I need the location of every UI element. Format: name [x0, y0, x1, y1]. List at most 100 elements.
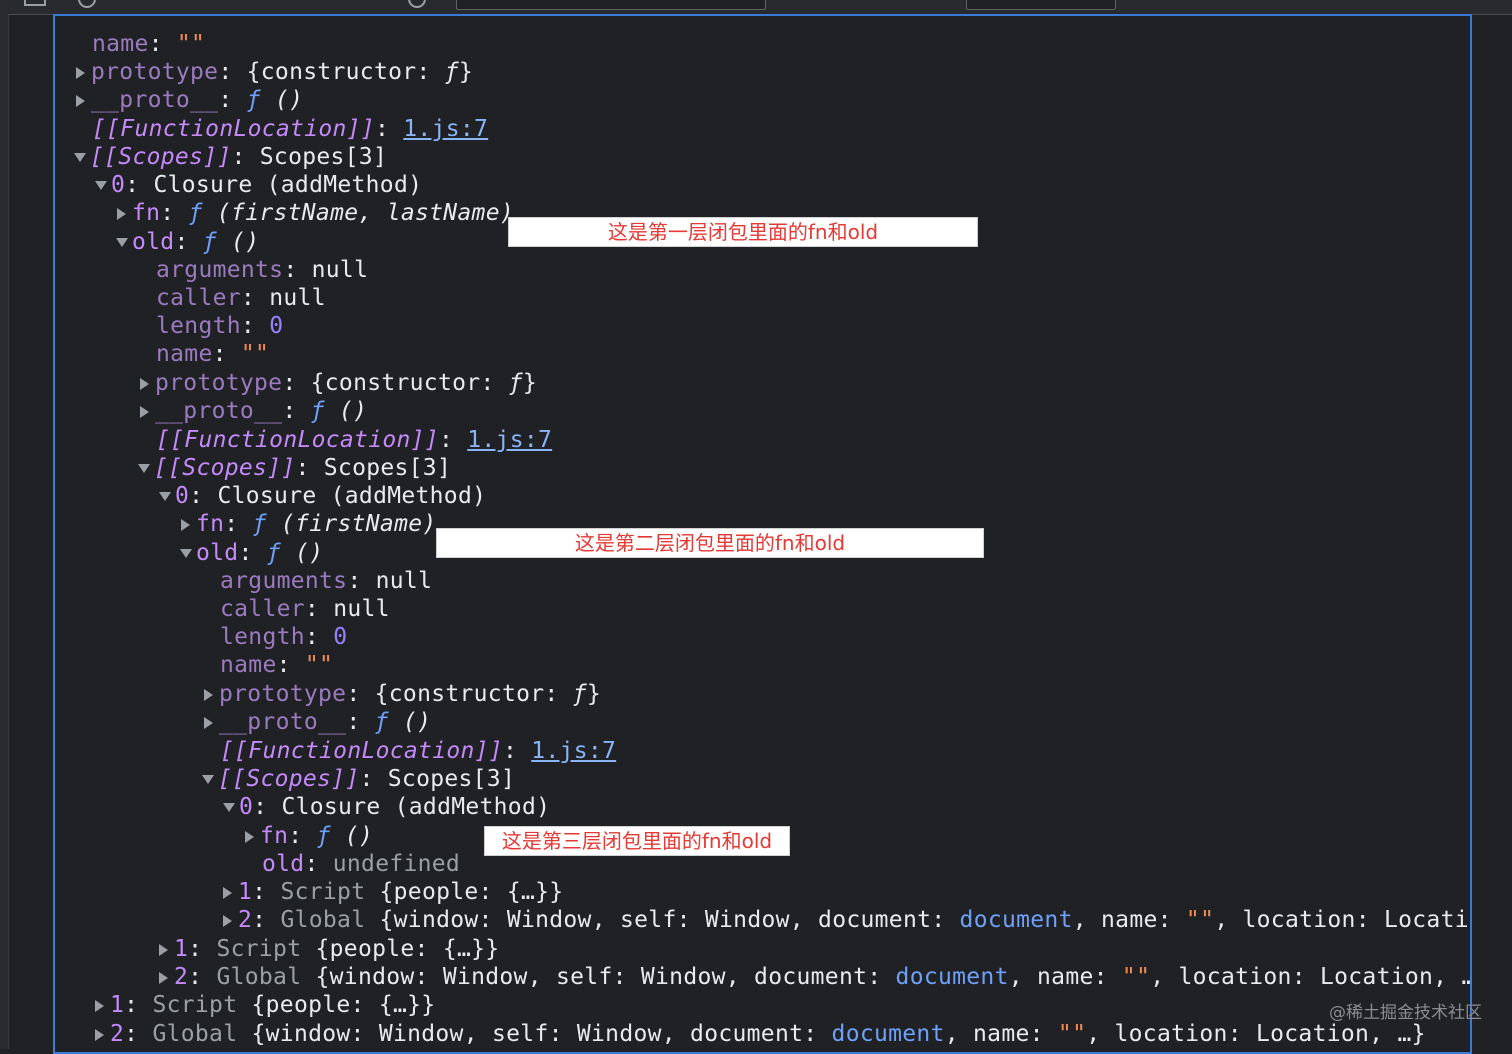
tree-row-closure-2[interactable]: 0: Closure (addMethod) [159, 482, 486, 510]
source-link[interactable]: 1.js:7 [403, 116, 488, 142]
collapse-arrow-icon[interactable] [116, 238, 128, 247]
expand-arrow-icon[interactable] [76, 94, 85, 107]
null-value: null [269, 285, 326, 311]
expand-arrow-icon[interactable] [159, 943, 168, 956]
tree-row-global-scope[interactable]: 2: Global {window: Window, self: Window,… [95, 1020, 1426, 1048]
tree-row-name: name: "" [92, 31, 206, 57]
scope-type: Global [216, 964, 302, 990]
tree-row-script-scope[interactable]: 1: Script {people: {…}} [95, 991, 435, 1019]
scopes-value: Scopes[3] [323, 455, 452, 481]
tree-row-caller: caller: null [220, 596, 390, 622]
collapse-arrow-icon[interactable] [180, 549, 192, 558]
object-preview: , location: Locatio… [1214, 907, 1472, 933]
expand-arrow-icon[interactable] [204, 716, 213, 729]
expand-arrow-icon[interactable] [140, 405, 149, 418]
tree-row-scopes[interactable]: [[Scopes]]: Scopes[3] [138, 454, 451, 482]
property-key: arguments [220, 568, 348, 594]
property-key: name [92, 31, 149, 57]
number-value: 0 [333, 624, 348, 650]
source-link[interactable]: 1.js:7 [531, 738, 616, 764]
function-symbol: ƒ [572, 681, 587, 707]
scopes-value: Scopes[3] [259, 144, 388, 170]
scope-index: 2 [238, 907, 253, 933]
tree-row-fn-3[interactable]: fn: ƒ () [245, 822, 373, 850]
expand-arrow-icon[interactable] [95, 999, 104, 1012]
property-key: __proto__ [91, 87, 219, 113]
scope-index: 2 [110, 1021, 125, 1047]
property-key: caller [156, 285, 241, 311]
property-key: [[FunctionLocation]] [220, 738, 503, 764]
function-params: (firstName, lastName) [216, 200, 514, 226]
expand-arrow-icon[interactable] [223, 914, 232, 927]
tree-row-closure-3[interactable]: 0: Closure (addMethod) [223, 793, 550, 821]
expand-arrow-icon[interactable] [181, 518, 190, 531]
tree-row-old-2[interactable]: old: ƒ () [180, 539, 323, 567]
tree-row-caller: caller: null [156, 285, 326, 311]
collapse-arrow-icon[interactable] [138, 464, 150, 473]
tree-row-proto[interactable]: __proto__: ƒ () [140, 397, 367, 425]
collapse-arrow-icon[interactable] [159, 492, 171, 501]
tree-row-closure-1[interactable]: 0: Closure (addMethod) [95, 171, 422, 199]
document-ref[interactable]: document [832, 1021, 945, 1047]
scope-type: Global [152, 1021, 238, 1047]
source-link[interactable]: 1.js:7 [467, 427, 552, 453]
collapse-arrow-icon[interactable] [74, 153, 86, 162]
property-key: fn [132, 200, 161, 226]
tree-row-global-scope[interactable]: 2: Global {window: Window, self: Window,… [223, 906, 1472, 934]
tree-row-script-scope[interactable]: 1: Script {people: {…}} [223, 878, 563, 906]
tree-row-scopes[interactable]: [[Scopes]]: Scopes[3] [202, 765, 515, 793]
tree-row-proto[interactable]: __proto__: ƒ () [204, 708, 431, 736]
null-value: null [333, 596, 390, 622]
tree-row-prototype[interactable]: prototype: {constructor: ƒ} [140, 369, 537, 397]
null-value: null [311, 257, 369, 283]
object-preview: {constructor: [374, 681, 573, 707]
function-params: () [338, 398, 368, 424]
expand-arrow-icon[interactable] [245, 830, 254, 843]
expand-arrow-icon[interactable] [140, 377, 149, 390]
tree-row-script-scope[interactable]: 1: Script {people: {…}} [159, 935, 499, 963]
scope-index: 0 [175, 483, 190, 509]
property-key: __proto__ [155, 398, 283, 424]
scope-index: 0 [111, 172, 126, 198]
scope-type: Script [216, 936, 302, 962]
tree-row-global-scope[interactable]: 2: Global {window: Window, self: Window,… [159, 963, 1472, 991]
tree-row-old-1[interactable]: old: ƒ () [116, 228, 259, 256]
document-ref[interactable]: document [960, 907, 1073, 933]
string-value: "" [1121, 964, 1151, 990]
closure-label: Closure (addMethod) [281, 794, 551, 820]
property-key: old [196, 540, 239, 566]
tree-row-length: length: 0 [156, 313, 284, 339]
document-ref[interactable]: document [896, 964, 1009, 990]
property-key: [[Scopes]] [90, 144, 232, 170]
expand-arrow-icon[interactable] [204, 688, 213, 701]
tree-row-prototype[interactable]: prototype: {constructor: ƒ} [76, 58, 473, 86]
expand-arrow-icon[interactable] [159, 971, 168, 984]
tree-row-scopes[interactable]: [[Scopes]]: Scopes[3] [74, 143, 387, 171]
collapse-arrow-icon[interactable] [223, 803, 235, 812]
expand-arrow-icon[interactable] [76, 66, 85, 79]
tree-row-fn-1[interactable]: fn: ƒ (firstName, lastName) [117, 199, 514, 227]
tree-row-fn-2[interactable]: fn: ƒ (firstName) [181, 510, 437, 538]
expand-arrow-icon[interactable] [117, 207, 126, 220]
collapse-arrow-icon[interactable] [202, 775, 214, 784]
annotation-layer-1: 这是第一层闭包里面的fn和old [508, 217, 978, 247]
property-key: prototype [219, 681, 347, 707]
string-value: "" [1185, 907, 1215, 933]
property-key: __proto__ [219, 709, 347, 735]
scope-type: Script [152, 992, 238, 1018]
closure-label: Closure (addMethod) [153, 172, 423, 198]
tree-row-length: length: 0 [220, 624, 348, 650]
string-value: "" [240, 341, 270, 367]
object-preview: , name: [944, 1021, 1058, 1047]
expand-arrow-icon[interactable] [223, 886, 232, 899]
tree-row-prototype[interactable]: prototype: {constructor: ƒ} [204, 680, 601, 708]
scope-index: 0 [239, 794, 254, 820]
scope-index: 1 [238, 879, 253, 905]
function-symbol: ƒ [246, 87, 261, 113]
object-preview: {constructor: [246, 59, 445, 85]
collapse-arrow-icon[interactable] [95, 181, 107, 190]
object-preview: , name: [1072, 907, 1186, 933]
function-symbol: ƒ [508, 370, 523, 396]
tree-row-proto[interactable]: __proto__: ƒ () [76, 86, 303, 114]
expand-arrow-icon[interactable] [95, 1028, 104, 1041]
